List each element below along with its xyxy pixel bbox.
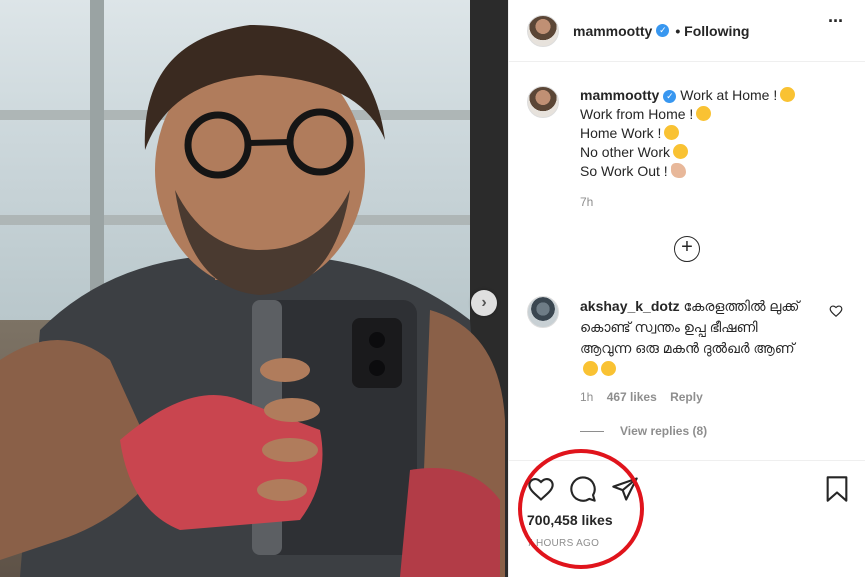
actions-bar: 700,458 likes 7 HOURS AGO: [509, 449, 865, 577]
caption-line: No other Work: [580, 144, 670, 160]
caption-text: mammootty ✓ Work at Home ! Work from Home…: [580, 86, 847, 181]
likes-count[interactable]: 700,458 likes: [527, 512, 613, 528]
verified-icon: ✓: [656, 24, 670, 37]
post-details-panel: mammootty ✓ • Following ··· mammootty ✓ W…: [508, 0, 865, 577]
comment: akshay_k_dotz കേരളത്തിൽ ലുക്ക് കൊണ്ട് സ്…: [527, 296, 847, 404]
post-header: mammootty ✓ • Following ···: [509, 0, 865, 62]
view-replies-label: View replies (8): [620, 424, 708, 438]
follow-status[interactable]: • Following: [675, 23, 749, 39]
reply-button[interactable]: Reply: [670, 390, 703, 404]
caption-line: Home Work !: [580, 125, 662, 141]
person-illustration: [0, 25, 505, 577]
share-icon[interactable]: [611, 475, 639, 503]
caption-line: Work from Home !: [580, 106, 694, 122]
flexed-biceps-emoji-icon: [670, 163, 686, 178]
grin-emoji-icon: [583, 361, 598, 376]
avatar[interactable]: [527, 296, 559, 328]
post-time: 7 HOURS AGO: [527, 538, 600, 549]
comment-heart-icon[interactable]: [829, 304, 843, 318]
heart-icon[interactable]: [527, 475, 555, 503]
post-username[interactable]: mammootty: [573, 23, 652, 39]
comment-username[interactable]: akshay_k_dotz: [580, 298, 680, 314]
caption-line: Work at Home !: [680, 87, 778, 103]
tongue-emoji-icon: [673, 144, 688, 159]
caption-line: So Work Out !: [580, 163, 668, 179]
smirk-emoji-icon: [696, 106, 712, 121]
caption-username[interactable]: mammootty: [580, 87, 659, 103]
annotation-circle: [518, 449, 644, 569]
thinking-emoji-icon: [780, 87, 796, 102]
bookmark-icon[interactable]: [823, 475, 851, 503]
caption-time: 7h: [580, 195, 594, 209]
next-photo-icon[interactable]: ›: [471, 290, 497, 316]
comment-meta: 1h 467 likes Reply: [580, 390, 847, 404]
laughing-emoji-icon: [664, 125, 680, 140]
comment-time: 1h: [580, 390, 594, 404]
avatar[interactable]: [527, 86, 559, 118]
verified-icon: ✓: [663, 90, 677, 103]
avatar[interactable]: [527, 14, 559, 47]
grin-emoji-icon: [601, 361, 616, 376]
comment-icon[interactable]: [569, 475, 597, 503]
more-icon[interactable]: ···: [828, 12, 844, 30]
caption: mammootty ✓ Work at Home ! Work from Home…: [527, 86, 847, 209]
comment-likes[interactable]: 467 likes: [607, 390, 657, 404]
divider: [580, 430, 604, 432]
post-photo: ›: [0, 0, 508, 577]
view-replies-button[interactable]: View replies (8): [580, 424, 707, 438]
add-comment-icon[interactable]: +: [674, 236, 700, 262]
comment-text: akshay_k_dotz കേരളത്തിൽ ലുക്ക് കൊണ്ട് സ്…: [580, 296, 810, 380]
